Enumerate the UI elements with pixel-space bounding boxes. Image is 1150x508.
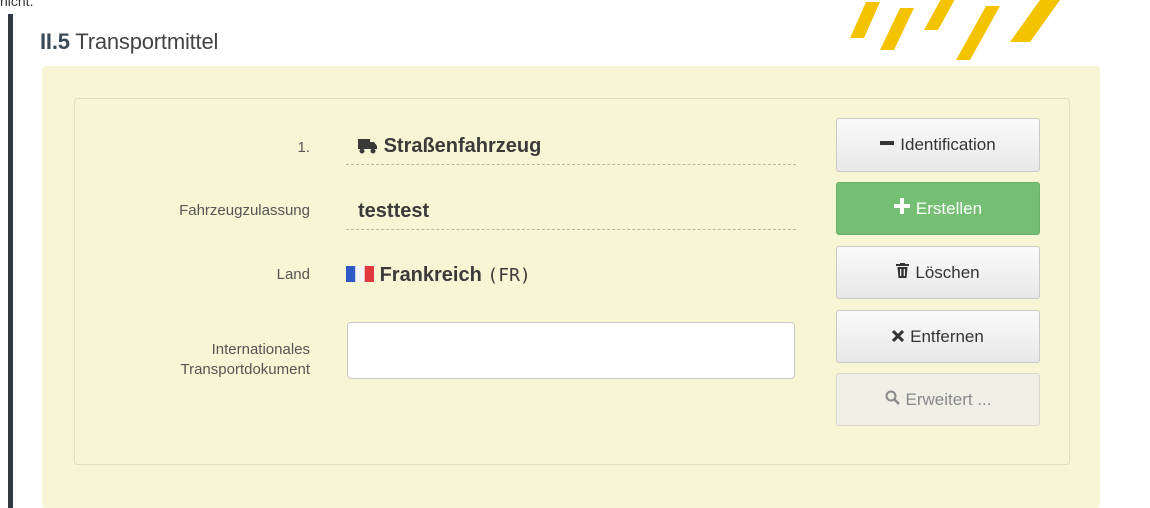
delete-label: Löschen (915, 262, 980, 282)
identification-label: Identification (900, 135, 996, 154)
top-text: nicht. (0, 0, 34, 9)
document-label-line2: Transportdokument (180, 361, 310, 378)
left-border-bar (8, 14, 13, 508)
advanced-label: Erweitert ... (905, 389, 992, 409)
delete-button[interactable]: Löschen (836, 246, 1040, 299)
registration-label: Fahrzeugzulassung (179, 202, 310, 219)
times-icon (892, 327, 905, 347)
section-title-text: Transportmittel (75, 29, 219, 54)
flag-fr-icon (346, 256, 374, 294)
watermark (840, 0, 1070, 60)
transport-document-input[interactable] (347, 322, 795, 379)
plus-icon (893, 198, 910, 219)
advanced-search-button[interactable]: Erweitert ... (836, 373, 1040, 426)
trash-icon (896, 262, 910, 283)
search-icon (885, 390, 900, 410)
remove-label: Entfernen (910, 326, 984, 346)
country-code: (FR) (487, 265, 531, 286)
create-label: Erstellen (915, 198, 983, 218)
identification-button[interactable]: Identification (836, 118, 1040, 172)
registration-value: testtest (346, 192, 796, 230)
section-title: II.5 Transportmittel (40, 29, 218, 55)
create-button[interactable]: Erstellen (836, 182, 1040, 235)
vehicle-type-text: Straßenfahrzeug (383, 135, 542, 157)
country-value: Frankreich (FR) (346, 256, 796, 294)
document-label-line1: Internationales (211, 341, 310, 358)
truck-icon (358, 127, 378, 165)
row-index-label: 1. (297, 139, 310, 156)
country-name: Frankreich (379, 264, 482, 286)
country-label: Land (276, 266, 310, 283)
document-label: Internationales Transportdokument (110, 340, 310, 380)
section-number: II.5 (40, 29, 70, 54)
vehicle-type-value: Straßenfahrzeug (346, 127, 796, 165)
remove-button[interactable]: Entfernen (836, 310, 1040, 363)
minus-icon (880, 135, 895, 155)
